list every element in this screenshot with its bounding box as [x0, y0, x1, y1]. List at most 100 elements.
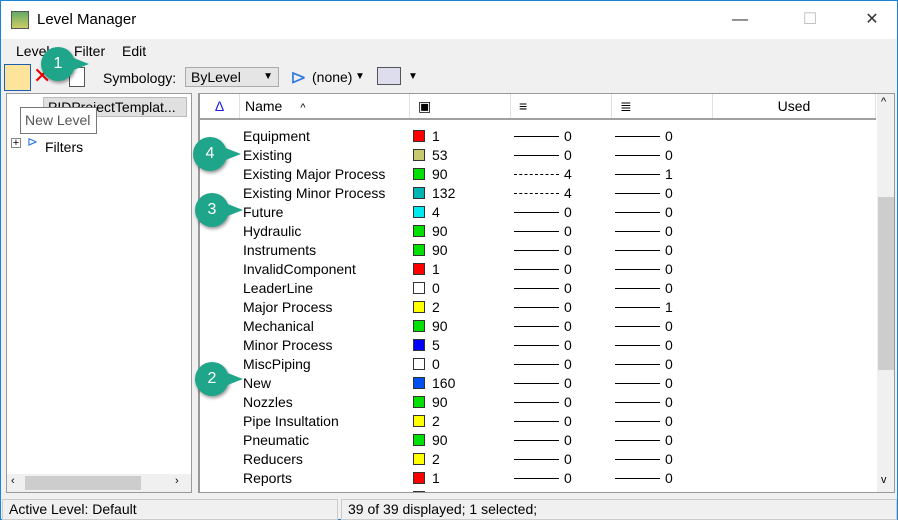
color-swatch	[413, 491, 425, 492]
color-swatch	[413, 263, 425, 275]
table-row[interactable]: InvalidComponent 1 0 0	[200, 260, 876, 279]
style-number: 0	[564, 413, 572, 429]
weight-number: 0	[665, 394, 673, 410]
table-row[interactable]: Nozzles 90 0 0	[200, 393, 876, 412]
column-weight-icon[interactable]: ≣	[612, 94, 713, 118]
expand-icon[interactable]: +	[11, 138, 21, 149]
table-row[interactable]: Reducers 2 0 0	[200, 450, 876, 469]
display-options-icon[interactable]	[377, 67, 401, 85]
color-swatch	[413, 225, 425, 237]
table-row[interactable]: LeaderLine 0 0 0	[200, 279, 876, 298]
weight-number: 0	[665, 280, 673, 296]
table-row[interactable]: Major Process 2 0 1	[200, 298, 876, 317]
line-weight-sample	[615, 269, 660, 270]
style-number: 0	[564, 432, 572, 448]
color-swatch	[413, 301, 425, 313]
color-swatch	[413, 320, 425, 332]
color-number: 0	[432, 356, 440, 372]
line-style-sample	[514, 326, 559, 327]
active-level-status: Active Level: Default	[2, 499, 338, 520]
line-style-sample	[514, 288, 559, 289]
table-row[interactable]: Pipe Insultation 2 0 0	[200, 412, 876, 431]
line-weight-sample	[615, 193, 660, 194]
new-level-tooltip: New Level	[20, 107, 97, 134]
line-style-sample	[514, 136, 559, 137]
weight-number: 0	[665, 242, 673, 258]
table-row[interactable]: Soft 90 0 0	[200, 488, 876, 492]
line-weight-sample	[615, 307, 660, 308]
weight-number: 0	[665, 128, 673, 144]
level-name: Pneumatic	[243, 432, 310, 448]
scrollbar-thumb[interactable]	[878, 197, 894, 370]
symbology-select[interactable]: ByLevel ▼	[185, 67, 279, 87]
table-row[interactable]: Future 4 0 0	[200, 203, 876, 222]
line-weight-sample	[615, 459, 660, 460]
tree-filters[interactable]: Filters	[45, 139, 83, 155]
line-style-sample	[514, 421, 559, 422]
display-dropdown-icon[interactable]: ▼	[408, 71, 418, 82]
table-row[interactable]: Existing Major Process 90 4 1	[200, 165, 876, 184]
level-name: New	[243, 375, 272, 391]
color-swatch	[413, 358, 425, 370]
column-used[interactable]: Used	[713, 94, 876, 118]
table-row[interactable]: Hydraulic 90 0 0	[200, 222, 876, 241]
table-row[interactable]: MiscPiping 0 0 0	[200, 355, 876, 374]
table-row[interactable]: Pneumatic 90 0 0	[200, 431, 876, 450]
table-row[interactable]: Reports 1 0 0	[200, 469, 876, 488]
style-number: 0	[564, 261, 572, 277]
level-name: Major Process	[243, 299, 333, 315]
color-number: 2	[432, 413, 440, 429]
column-color-icon[interactable]: ▣	[410, 94, 511, 118]
color-swatch	[413, 149, 425, 161]
table-row[interactable]: Instruments 90 0 0	[200, 241, 876, 260]
close-button[interactable]: ✕	[849, 1, 895, 39]
style-number: 0	[564, 394, 572, 410]
display-summary-status: 39 of 39 displayed; 1 selected;	[341, 499, 897, 520]
line-style-sample	[514, 269, 559, 270]
table-row[interactable]: Existing Minor Process 132 4 0	[200, 184, 876, 203]
new-level-button[interactable]	[4, 64, 31, 91]
line-style-sample	[514, 402, 559, 403]
color-swatch	[413, 396, 425, 408]
vertical-scrollbar[interactable]: ^ v	[877, 94, 894, 492]
weight-number: 0	[665, 147, 673, 163]
table-row[interactable]: Equipment 1 0 0	[200, 127, 876, 146]
color-swatch	[413, 453, 425, 465]
color-swatch	[413, 339, 425, 351]
color-swatch	[413, 130, 425, 142]
level-name: InvalidComponent	[243, 261, 356, 277]
column-style-icon[interactable]: ≡	[511, 94, 612, 118]
line-weight-sample	[615, 383, 660, 384]
minimize-button[interactable]: —	[717, 1, 763, 39]
weight-number: 0	[665, 337, 673, 353]
color-swatch	[413, 187, 425, 199]
tree-horizontal-scrollbar[interactable]: ‹ ›	[7, 474, 191, 492]
table-row[interactable]: Existing 53 0 0	[200, 146, 876, 165]
menu-edit[interactable]: Edit	[122, 43, 146, 59]
line-weight-sample	[615, 421, 660, 422]
style-number: 0	[564, 223, 572, 239]
filter-select[interactable]: (none)	[312, 69, 352, 85]
style-number: 0	[564, 128, 572, 144]
weight-number: 1	[665, 166, 673, 182]
color-number: 0	[432, 280, 440, 296]
color-number: 90	[432, 318, 448, 334]
style-number: 0	[564, 489, 572, 492]
table-row[interactable]: Minor Process 5 0 0	[200, 336, 876, 355]
column-name[interactable]: Name ^	[240, 94, 410, 118]
color-swatch	[413, 244, 425, 256]
filter-dropdown-icon[interactable]: ▼	[355, 71, 365, 82]
color-number: 90	[432, 223, 448, 239]
line-style-sample	[514, 155, 559, 156]
style-number: 4	[564, 185, 572, 201]
active-column-icon[interactable]: Δ	[200, 94, 240, 118]
maximize-button[interactable]: ☐	[787, 1, 833, 39]
line-weight-sample	[615, 136, 660, 137]
table-row[interactable]: New 160 0 0	[200, 374, 876, 393]
level-name: Hydraulic	[243, 223, 302, 239]
weight-number: 0	[665, 432, 673, 448]
table-row[interactable]: Mechanical 90 0 0	[200, 317, 876, 336]
symbology-value: ByLevel	[191, 69, 241, 85]
line-style-sample	[514, 345, 559, 346]
color-number: 90	[432, 242, 448, 258]
